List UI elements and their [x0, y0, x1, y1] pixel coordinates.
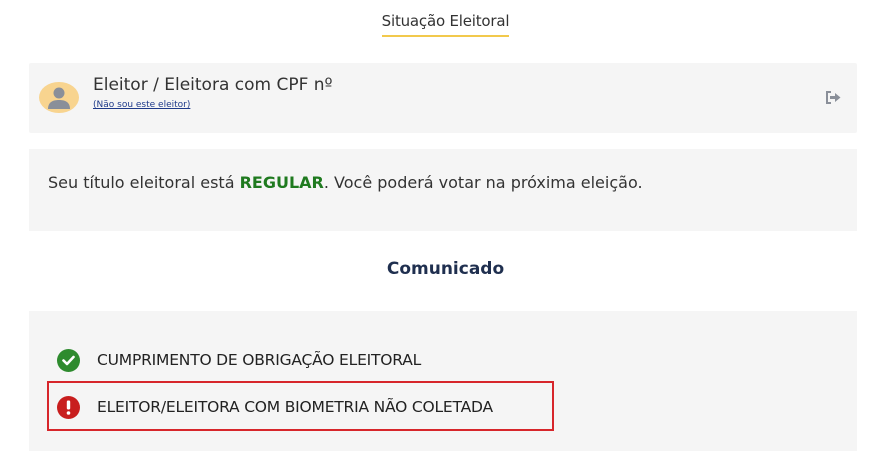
status-prefix: Seu título eleitoral está	[48, 173, 240, 192]
notice-label: ELEITOR/ELEITORA COM BIOMETRIA NÃO COLET…	[97, 398, 493, 416]
voter-card: Eleitor / Eleitora com CPF nº (Não sou e…	[29, 63, 857, 133]
not-me-link[interactable]: (Não sou este eleitor)	[93, 100, 190, 110]
logout-icon[interactable]	[825, 90, 842, 105]
page-header: Situação Eleitoral	[0, 11, 891, 37]
status-card: Seu título eleitoral está REGULAR. Você …	[29, 149, 857, 231]
notice-item: ELEITOR/ELEITORA COM BIOMETRIA NÃO COLET…	[57, 394, 493, 420]
notices-card: CUMPRIMENTO DE OBRIGAÇÃO ELEITORAL ELEIT…	[29, 311, 857, 451]
alert-circle-icon	[57, 395, 80, 419]
status-highlight: REGULAR	[239, 173, 324, 192]
page-title: Situação Eleitoral	[381, 12, 510, 37]
page: Situação Eleitoral Eleitor / Eleitora co…	[0, 0, 891, 464]
voter-title: Eleitor / Eleitora com CPF nº	[93, 75, 333, 95]
notice-label: CUMPRIMENTO DE OBRIGAÇÃO ELEITORAL	[97, 351, 422, 369]
status-message: Seu título eleitoral está REGULAR. Você …	[48, 173, 643, 192]
comunicado-title: Comunicado	[386, 259, 505, 279]
notice-item: CUMPRIMENTO DE OBRIGAÇÃO ELEITORAL	[57, 347, 421, 373]
user-avatar-icon	[39, 82, 79, 113]
status-suffix: . Você poderá votar na próxima eleição.	[323, 173, 643, 192]
check-circle-icon	[57, 348, 80, 372]
